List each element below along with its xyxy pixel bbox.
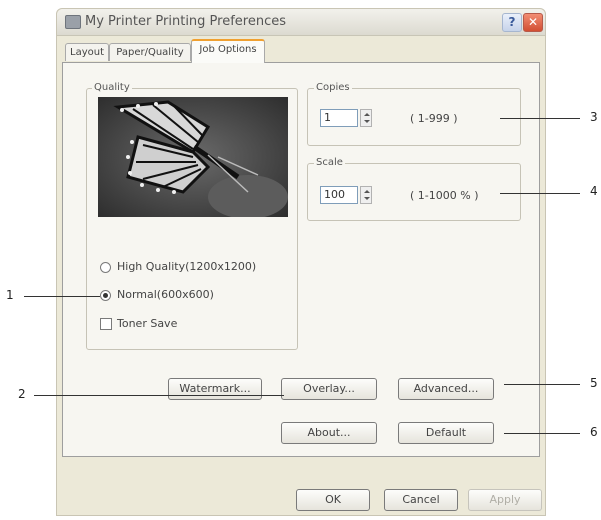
butterfly-image <box>98 97 288 217</box>
title-bar[interactable]: My Printer Printing Preferences ? ✕ <box>57 9 545 36</box>
toner-save-checkbox[interactable] <box>100 318 112 330</box>
tab-layout[interactable]: Layout <box>65 43 109 61</box>
apply-button[interactable]: Apply <box>468 489 542 511</box>
callout-6-line <box>504 433 580 434</box>
callout-2: 2 <box>18 387 26 401</box>
callout-1-line <box>24 296 100 297</box>
callout-4: 4 <box>590 184 598 198</box>
normal-quality-label: Normal(600x600) <box>117 288 214 301</box>
scale-range: ( 1-1000 % ) <box>410 189 479 202</box>
callout-2-line <box>34 395 284 396</box>
callout-3-line <box>500 118 580 119</box>
close-button[interactable]: ✕ <box>523 13 543 32</box>
callout-3: 3 <box>590 110 598 124</box>
copies-range: ( 1-999 ) <box>410 112 458 125</box>
callout-4-line <box>500 193 580 194</box>
tab-paper-quality[interactable]: Paper/Quality <box>109 43 191 61</box>
toner-save-label: Toner Save <box>117 317 178 330</box>
printer-icon <box>65 15 81 29</box>
scale-input[interactable]: 100 <box>320 186 358 204</box>
callout-5: 5 <box>590 376 598 390</box>
scale-group-label: Scale <box>314 157 345 168</box>
copies-group-label: Copies <box>314 82 352 93</box>
quality-preview-image <box>98 97 288 217</box>
high-quality-label: High Quality(1200x1200) <box>117 260 257 273</box>
scale-spinner[interactable] <box>360 186 372 204</box>
cancel-button[interactable]: Cancel <box>384 489 458 511</box>
help-button[interactable]: ? <box>502 13 522 32</box>
default-button[interactable]: Default <box>398 422 494 444</box>
watermark-button[interactable]: Watermark... <box>168 378 262 400</box>
callout-5-line <box>504 384 580 385</box>
callout-1: 1 <box>6 288 14 302</box>
window-title: My Printer Printing Preferences <box>85 14 287 29</box>
high-quality-radio[interactable] <box>100 262 111 273</box>
advanced-button[interactable]: Advanced... <box>398 378 494 400</box>
copies-spinner[interactable] <box>360 109 372 127</box>
overlay-button[interactable]: Overlay... <box>281 378 377 400</box>
ok-button[interactable]: OK <box>296 489 370 511</box>
tab-job-options[interactable]: Job Options <box>191 39 265 63</box>
callout-6: 6 <box>590 425 598 439</box>
copies-input[interactable]: 1 <box>320 109 358 127</box>
normal-quality-radio[interactable] <box>100 290 111 301</box>
quality-group-label: Quality <box>92 82 132 93</box>
about-button[interactable]: About... <box>281 422 377 444</box>
